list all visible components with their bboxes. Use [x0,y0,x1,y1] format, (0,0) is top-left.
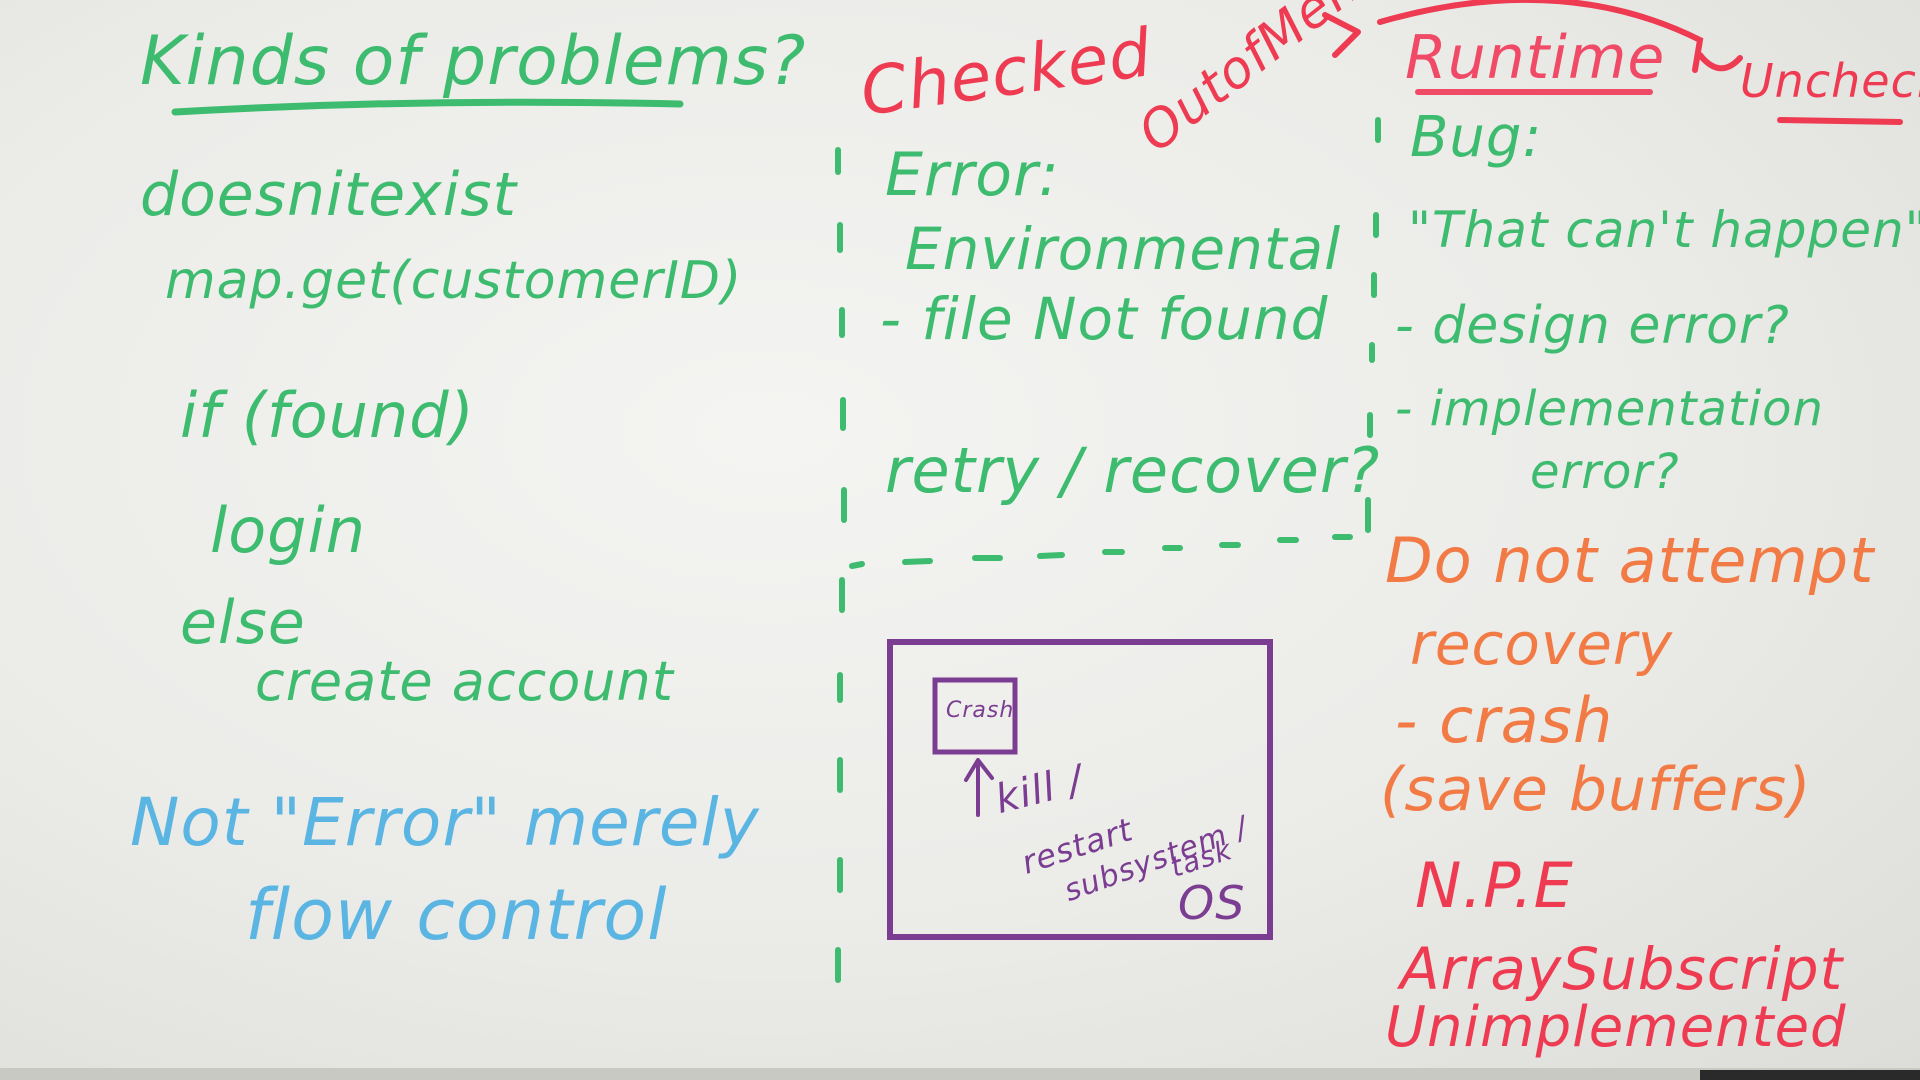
line-if-found: if (found) [180,379,475,452]
line-crash: - crash [1395,684,1614,757]
line-else: else [180,588,306,658]
board-edge [1700,1070,1920,1080]
line-recovery: recovery [1410,610,1674,678]
line-save-buffers: (save buffers) [1380,755,1812,825]
unchecked-arrow [1697,52,1743,72]
line-retry-recover: retry / recover? [885,434,1381,507]
line-design-error: - design error? [1395,296,1790,356]
divider-left-dashed [835,147,847,983]
line-environmental: Environmental [905,215,1342,283]
crash-box-label: Crash [946,698,1015,723]
line-login: login [210,494,367,567]
note-flow-control: flow control [245,874,668,956]
line-do-not-attempt: Do not attempt [1385,524,1875,597]
line-that-cant-happen: "That can't happen" [1408,201,1920,259]
line-error-q: error? [1530,444,1680,500]
heading-kinds-of-problems: Kinds of problems? [140,22,807,101]
line-doesnitexist: doesnitexist [140,160,518,230]
line-implementation: - implementation [1395,381,1824,437]
heading-underline [171,98,684,116]
os-label: OS [1178,876,1246,930]
example-npe: N.P.E [1415,849,1574,922]
example-unimplemented: Unimplemented [1385,995,1847,1060]
up-arrow [964,758,994,817]
line-create-account: create account [255,650,674,713]
line-file-not-found: - file Not found [880,285,1329,353]
line-error: Error: [885,140,1060,210]
line-bug: Bug: [1410,105,1543,170]
line-map-get: map.get(customerID) [165,251,743,311]
heading-runtime: Runtime [1405,23,1666,93]
note-not-error-merely: Not "Error" merely [130,784,760,861]
divider-horizontal-dashed [849,534,1353,569]
board-tray [0,1068,1920,1080]
checked-underline [1777,117,1903,125]
label-unchecked: Unchecked [1740,54,1920,108]
example-array-subscript: ArraySubscript [1400,935,1844,1003]
